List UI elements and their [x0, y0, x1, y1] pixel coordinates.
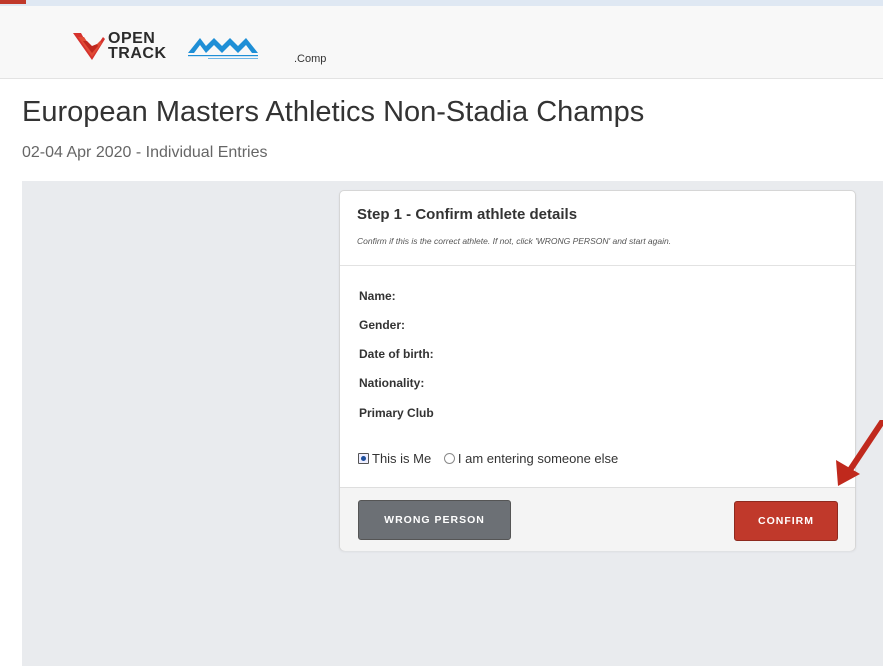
field-label-dob: Date of birth:	[359, 347, 434, 361]
step-description: Confirm if this is the correct athlete. …	[357, 236, 672, 246]
card-footer: WRONG PERSON CONFIRM	[340, 487, 855, 551]
field-label-nationality: Nationality:	[359, 376, 425, 390]
page-title: European Masters Athletics Non-Stadia Ch…	[22, 96, 645, 128]
opentrack-word-track: TRACK	[108, 45, 167, 62]
field-label-gender: Gender:	[359, 318, 406, 332]
page-subtitle: 02-04 Apr 2020 - Individual Entries	[22, 144, 268, 161]
wrong-person-button[interactable]: WRONG PERSON	[358, 500, 511, 540]
someone-else-label[interactable]: I am entering someone else	[458, 451, 618, 466]
card-header: Step 1 - Confirm athlete details Confirm…	[340, 191, 855, 266]
emaa-logo-icon	[188, 38, 258, 59]
this-is-me-label[interactable]: This is Me	[372, 451, 431, 466]
opentrack-logo[interactable]: OPEN TRACK	[72, 31, 176, 67]
field-label-name: Name:	[359, 289, 396, 303]
emaa-logo[interactable]	[186, 35, 272, 65]
field-label-primary-club: Primary Club	[359, 406, 434, 420]
header-navbar: OPEN TRACK .Comp	[0, 6, 883, 79]
athlete-relationship-radios: This is Me I am entering someone else	[358, 450, 627, 466]
this-is-me-radio[interactable]	[358, 453, 369, 465]
confirm-athlete-card: Step 1 - Confirm athlete details Confirm…	[339, 190, 856, 551]
comp-suffix: .Comp	[294, 53, 327, 65]
opentrack-swoosh-icon	[73, 33, 105, 60]
opentrack-wordmark: OPEN TRACK	[108, 30, 167, 62]
confirm-button[interactable]: CONFIRM	[734, 501, 838, 541]
top-accent-red	[0, 0, 26, 4]
someone-else-radio[interactable]	[443, 453, 455, 465]
opentrack-word-open: OPEN	[108, 30, 156, 47]
step-title: Step 1 - Confirm athlete details	[357, 206, 578, 223]
annotation-arrow-icon	[836, 420, 883, 486]
